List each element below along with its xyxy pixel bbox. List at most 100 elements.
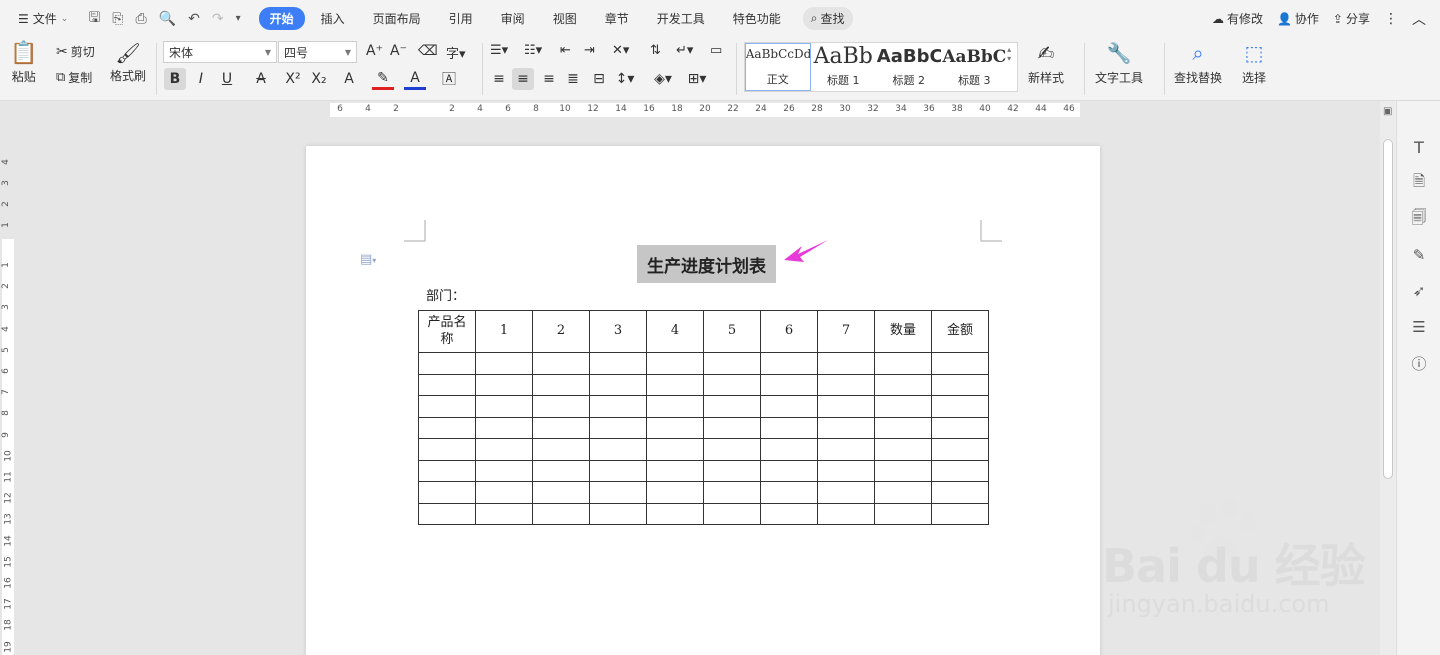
table-cell[interactable] xyxy=(532,438,590,461)
phonetic-icon[interactable]: 字▾ xyxy=(446,43,466,62)
table-header-cell[interactable]: 产品名称 xyxy=(418,310,476,353)
table-cell[interactable] xyxy=(646,481,704,504)
tab-insert[interactable]: 插入 xyxy=(309,7,357,30)
table-cell[interactable] xyxy=(532,352,590,375)
search-button[interactable]: ⌕ 查找 xyxy=(802,7,853,30)
vertical-scrollbar[interactable]: ▣ xyxy=(1380,101,1396,655)
table-cell[interactable] xyxy=(874,395,932,418)
file-menu-button[interactable]: ☰ 文件 ⌄ xyxy=(12,6,74,31)
decrease-indent-icon[interactable]: ⇤ xyxy=(560,43,571,58)
table-cell[interactable] xyxy=(931,502,989,525)
borders-icon[interactable]: ⊞▾ xyxy=(686,68,708,90)
customize-toolbar-icon[interactable]: ▾ xyxy=(236,13,241,24)
table-cell[interactable] xyxy=(532,395,590,418)
tab-review[interactable]: 审阅 xyxy=(489,7,537,30)
table-cell[interactable] xyxy=(817,416,875,439)
table-cell[interactable] xyxy=(874,352,932,375)
underline-button[interactable]: U xyxy=(216,68,238,90)
table-header-cell[interactable]: 3 xyxy=(589,310,647,353)
new-style-button[interactable]: ✍ 新样式 xyxy=(1028,41,1064,86)
shrink-font-icon[interactable]: A⁻ xyxy=(390,43,407,59)
style-heading-1[interactable]: AaBb 标题 1 xyxy=(811,43,877,91)
table-cell[interactable] xyxy=(817,481,875,504)
document-title[interactable]: 生产进度计划表 xyxy=(637,245,776,283)
font-size-select[interactable]: 四号 ▼ xyxy=(278,41,357,63)
align-left-icon[interactable]: ≡ xyxy=(488,68,510,90)
table-cell[interactable] xyxy=(589,352,647,375)
table-cell[interactable] xyxy=(760,416,818,439)
scroll-thumb[interactable] xyxy=(1383,139,1393,479)
style-normal[interactable]: AaBbCcDd 正文 xyxy=(745,43,811,91)
table-cell[interactable] xyxy=(703,373,761,396)
cut-button[interactable]: ✂ 剪切 xyxy=(56,43,95,60)
table-cell[interactable] xyxy=(817,459,875,482)
table-cell[interactable] xyxy=(532,481,590,504)
table-cell[interactable] xyxy=(874,481,932,504)
table-cell[interactable] xyxy=(418,438,476,461)
table-cell[interactable] xyxy=(874,502,932,525)
bullets-icon[interactable]: ☰▾ xyxy=(490,43,508,58)
table-cell[interactable] xyxy=(760,395,818,418)
table-cell[interactable] xyxy=(418,395,476,418)
more-icon[interactable]: ⋮ xyxy=(1384,11,1398,27)
align-center-icon[interactable]: ≡ xyxy=(512,68,534,90)
table-cell[interactable] xyxy=(817,395,875,418)
table-cell[interactable] xyxy=(532,459,590,482)
table-cell[interactable] xyxy=(475,373,533,396)
sliders-icon[interactable]: ☰ xyxy=(1409,317,1429,337)
superscript-icon[interactable]: X² xyxy=(282,68,304,90)
table-cell[interactable] xyxy=(874,459,932,482)
table-cell[interactable] xyxy=(703,459,761,482)
table-cell[interactable] xyxy=(589,416,647,439)
table-header-cell[interactable]: 5 xyxy=(703,310,761,353)
justify-icon[interactable]: ≣ xyxy=(562,68,584,90)
tab-view[interactable]: 视图 xyxy=(541,7,589,30)
table-cell[interactable] xyxy=(418,459,476,482)
help-icon[interactable]: ⓘ xyxy=(1409,353,1429,373)
table-cell[interactable] xyxy=(475,416,533,439)
sort-icon[interactable]: ⇅ xyxy=(650,43,661,58)
table-cell[interactable] xyxy=(703,438,761,461)
undo-icon[interactable]: ↶ xyxy=(188,11,200,27)
table-cell[interactable] xyxy=(760,459,818,482)
find-replace-button[interactable]: ⌕ 查找替换 xyxy=(1174,41,1222,86)
table-cell[interactable] xyxy=(418,481,476,504)
document-page[interactable]: 生产进度计划表 部门： 产品名称 1 2 3 4 5 6 7 数量 金额 xyxy=(306,146,1100,655)
table-cell[interactable] xyxy=(646,416,704,439)
table-cell[interactable] xyxy=(931,438,989,461)
pen-icon[interactable]: ✎ xyxy=(1409,245,1429,265)
table-cell[interactable] xyxy=(874,416,932,439)
table-cell[interactable] xyxy=(760,438,818,461)
table-cell[interactable] xyxy=(418,416,476,439)
numbering-icon[interactable]: ☷▾ xyxy=(524,43,542,58)
table-cell[interactable] xyxy=(589,438,647,461)
line-spacing-icon[interactable]: ↕▾ xyxy=(614,68,636,90)
print-preview-icon[interactable]: 🔍 xyxy=(159,11,176,27)
table-cell[interactable] xyxy=(703,416,761,439)
table-cell[interactable] xyxy=(703,352,761,375)
tab-features[interactable]: 特色功能 xyxy=(721,7,793,30)
redo-icon[interactable]: ↷ xyxy=(212,11,224,27)
table-cell[interactable] xyxy=(931,481,989,504)
table-cell[interactable] xyxy=(589,459,647,482)
font-name-select[interactable]: 宋体 ▼ xyxy=(163,41,277,63)
table-cell[interactable] xyxy=(589,481,647,504)
table-cell[interactable] xyxy=(646,459,704,482)
table-cell[interactable] xyxy=(931,395,989,418)
table-cell[interactable] xyxy=(760,481,818,504)
table-cell[interactable] xyxy=(646,395,704,418)
tab-developer[interactable]: 开发工具 xyxy=(645,7,717,30)
table-cell[interactable] xyxy=(589,502,647,525)
table-cell[interactable] xyxy=(703,502,761,525)
table-header-cell[interactable]: 2 xyxy=(532,310,590,353)
table-header-cell[interactable]: 1 xyxy=(475,310,533,353)
collab-button[interactable]: 👤 协作 xyxy=(1277,10,1319,27)
table-cell[interactable] xyxy=(817,352,875,375)
table-cell[interactable] xyxy=(475,502,533,525)
show-marks-icon[interactable]: ↵▾ xyxy=(676,43,693,58)
horizontal-ruler[interactable]: 6 4 2 2 4 6 8 10 12 14 16 18 20 22 24 26 28 30 32 34 36 38 40 4… xyxy=(0,101,1380,119)
table-cell[interactable] xyxy=(475,481,533,504)
table-header-cell[interactable]: 数量 xyxy=(874,310,932,353)
table-cell[interactable] xyxy=(760,373,818,396)
table-cell[interactable] xyxy=(703,395,761,418)
